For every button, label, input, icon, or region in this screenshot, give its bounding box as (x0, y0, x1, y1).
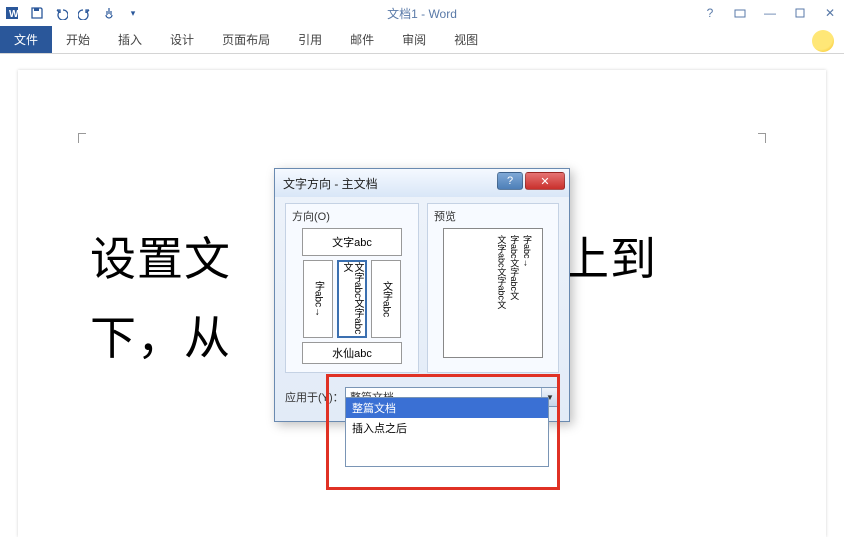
tab-review[interactable]: 审阅 (388, 26, 440, 53)
orientation-label: 方向(O) (292, 208, 412, 224)
dialog-titlebar[interactable]: 文字方向 - 主文档 ? ✕ (275, 169, 569, 197)
orientation-option-v2[interactable]: 文字abc文字abc文 (337, 260, 367, 338)
orientation-group: 方向(O) 文字abc 字abc→ 文字abc文字abc文 文字abc 水仙ab… (285, 203, 419, 373)
tab-insert[interactable]: 插入 (104, 26, 156, 53)
ribbon-options-icon[interactable] (730, 4, 750, 22)
margin-marker-left (78, 133, 86, 143)
tab-layout[interactable]: 页面布局 (208, 26, 284, 53)
apply-to-label: 应用于(Y)： (285, 389, 345, 405)
orientation-option-v3[interactable]: 文字abc (371, 260, 401, 338)
preview-box: 文字abc文字abc文 字abc文字abc文 字abc→ (443, 228, 543, 358)
preview-col: 字abc→ (521, 235, 532, 351)
save-icon[interactable] (28, 4, 46, 22)
qat-dropdown-icon[interactable]: ▾ (124, 4, 142, 22)
close-icon[interactable]: ✕ (820, 4, 840, 22)
preview-group: 预览 文字abc文字abc文 字abc文字abc文 字abc→ (427, 203, 559, 373)
dialog-close-button[interactable]: ✕ (525, 172, 565, 190)
apply-to-dropdown: 整篇文档 插入点之后 (345, 397, 549, 467)
preview-label: 预览 (434, 208, 552, 224)
text-direction-dialog: 文字方向 - 主文档 ? ✕ 方向(O) 文字abc 字abc→ 文字abc文字… (274, 168, 570, 422)
orientation-option-bottom[interactable]: 水仙abc (302, 342, 402, 364)
titlebar: W ▾ 文档1 - Word ? — ✕ (0, 0, 844, 26)
tab-references[interactable]: 引用 (284, 26, 336, 53)
word-icon: W (4, 4, 22, 22)
window-title: 文档1 - Word (387, 5, 457, 22)
orientation-option-horizontal[interactable]: 文字abc (302, 228, 402, 256)
redo-icon[interactable] (76, 4, 94, 22)
dialog-help-button[interactable]: ? (497, 172, 523, 190)
dropdown-option-whole-doc[interactable]: 整篇文档 (346, 398, 548, 418)
svg-text:W: W (9, 9, 19, 20)
doc-text-frag: 设置文 (90, 233, 231, 285)
dialog-title: 文字方向 - 主文档 (283, 175, 378, 192)
emoji-icon (812, 30, 834, 52)
doc-text-frag: 下，从 (90, 312, 231, 364)
ribbon-tabs: 文件 开始 插入 设计 页面布局 引用 邮件 审阅 视图 (0, 26, 844, 54)
margin-marker-right (758, 133, 766, 143)
undo-icon[interactable] (52, 4, 70, 22)
help-icon[interactable]: ? (700, 4, 720, 22)
dropdown-option-after-cursor[interactable]: 插入点之后 (346, 418, 548, 438)
tab-mailings[interactable]: 邮件 (336, 26, 388, 53)
tab-home[interactable]: 开始 (52, 26, 104, 53)
preview-col: 字abc文字abc文 (508, 235, 519, 351)
orientation-option-v1[interactable]: 字abc→ (303, 260, 333, 338)
preview-col: 文字abc文字abc文 (496, 235, 507, 351)
tab-file[interactable]: 文件 (0, 26, 52, 53)
tab-design[interactable]: 设计 (156, 26, 208, 53)
touch-icon[interactable] (100, 4, 118, 22)
tab-view[interactable]: 视图 (440, 26, 492, 53)
maximize-icon[interactable] (790, 4, 810, 22)
minimize-icon[interactable]: — (760, 4, 780, 22)
